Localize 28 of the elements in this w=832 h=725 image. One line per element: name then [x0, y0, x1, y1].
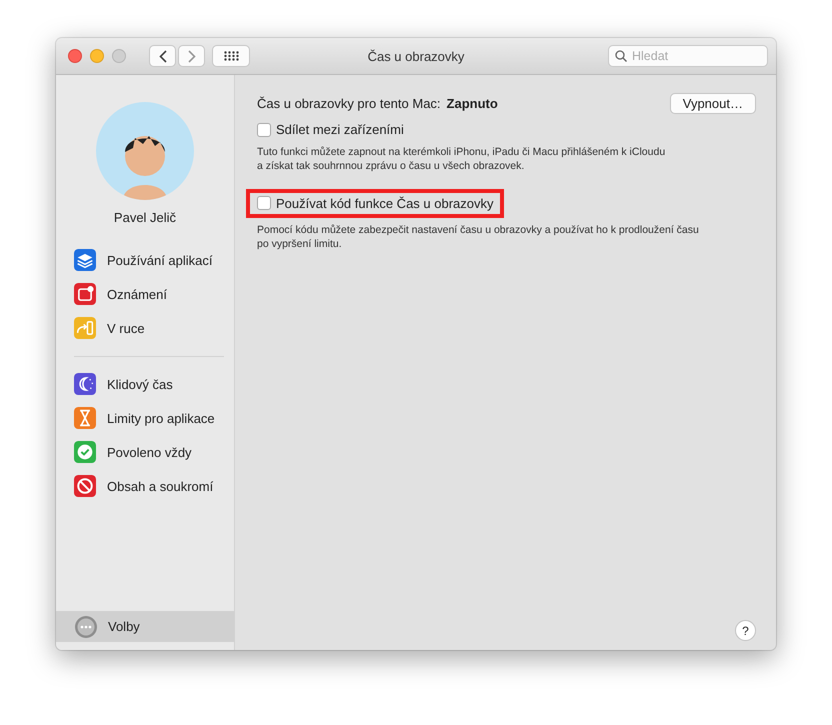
- sidebar-item[interactable]: Používání aplikací: [56, 249, 234, 271]
- description-text: Tuto funkci můžete zapnout na kterémkoli iPhonu, iPadu či Macu přihlášeném k iCloudu a získat tak souhrnnou zprávu o času u všech obrazovek.: [257, 144, 666, 172]
- chevron-left-icon: [158, 50, 166, 62]
- sidebar-item[interactable]: Oznámení: [56, 283, 234, 305]
- description-text: Pomocí kódu můžete zabezpečit nastavení času u obrazovky a používat ho k prodloužení času po vypršení limitu.: [257, 222, 700, 250]
- back-button[interactable]: [149, 45, 176, 67]
- sidebar-item[interactable]: Povoleno vždy: [56, 441, 234, 463]
- turn-off-button[interactable]: Vypnout…: [670, 93, 756, 114]
- minimize-button[interactable]: [90, 49, 104, 63]
- sidebar-item[interactable]: V ruce: [56, 317, 234, 339]
- sidebar-item[interactable]: Obsah a soukromí: [56, 475, 234, 497]
- checkbox[interactable]: Sdílet mezi zařízeními: [257, 122, 404, 137]
- window-title: Čas u obrazovky: [368, 48, 464, 64]
- sidebar-item[interactable]: Volby: [56, 611, 234, 642]
- chevron-right-icon: [188, 50, 196, 62]
- status-label: Čas u obrazovky pro tento Mac:: [257, 96, 441, 111]
- checkbox[interactable]: Používat kód funkce Čas u obrazovky: [257, 196, 494, 210]
- search-field[interactable]: Hledat: [608, 45, 768, 67]
- status-value: Zapnuto: [446, 96, 498, 111]
- search-icon: [615, 50, 627, 62]
- help-button[interactable]: ?: [735, 620, 756, 641]
- user-name: Pavel Jelič: [114, 210, 176, 225]
- grid-icon: [224, 51, 238, 61]
- more-icon: [74, 614, 98, 638]
- close-button[interactable]: [68, 49, 82, 63]
- sidebar-item[interactable]: Klidový čas: [56, 373, 234, 395]
- show-all-button[interactable]: [212, 45, 250, 67]
- sidebar-item[interactable]: Limity pro aplikace: [56, 407, 234, 429]
